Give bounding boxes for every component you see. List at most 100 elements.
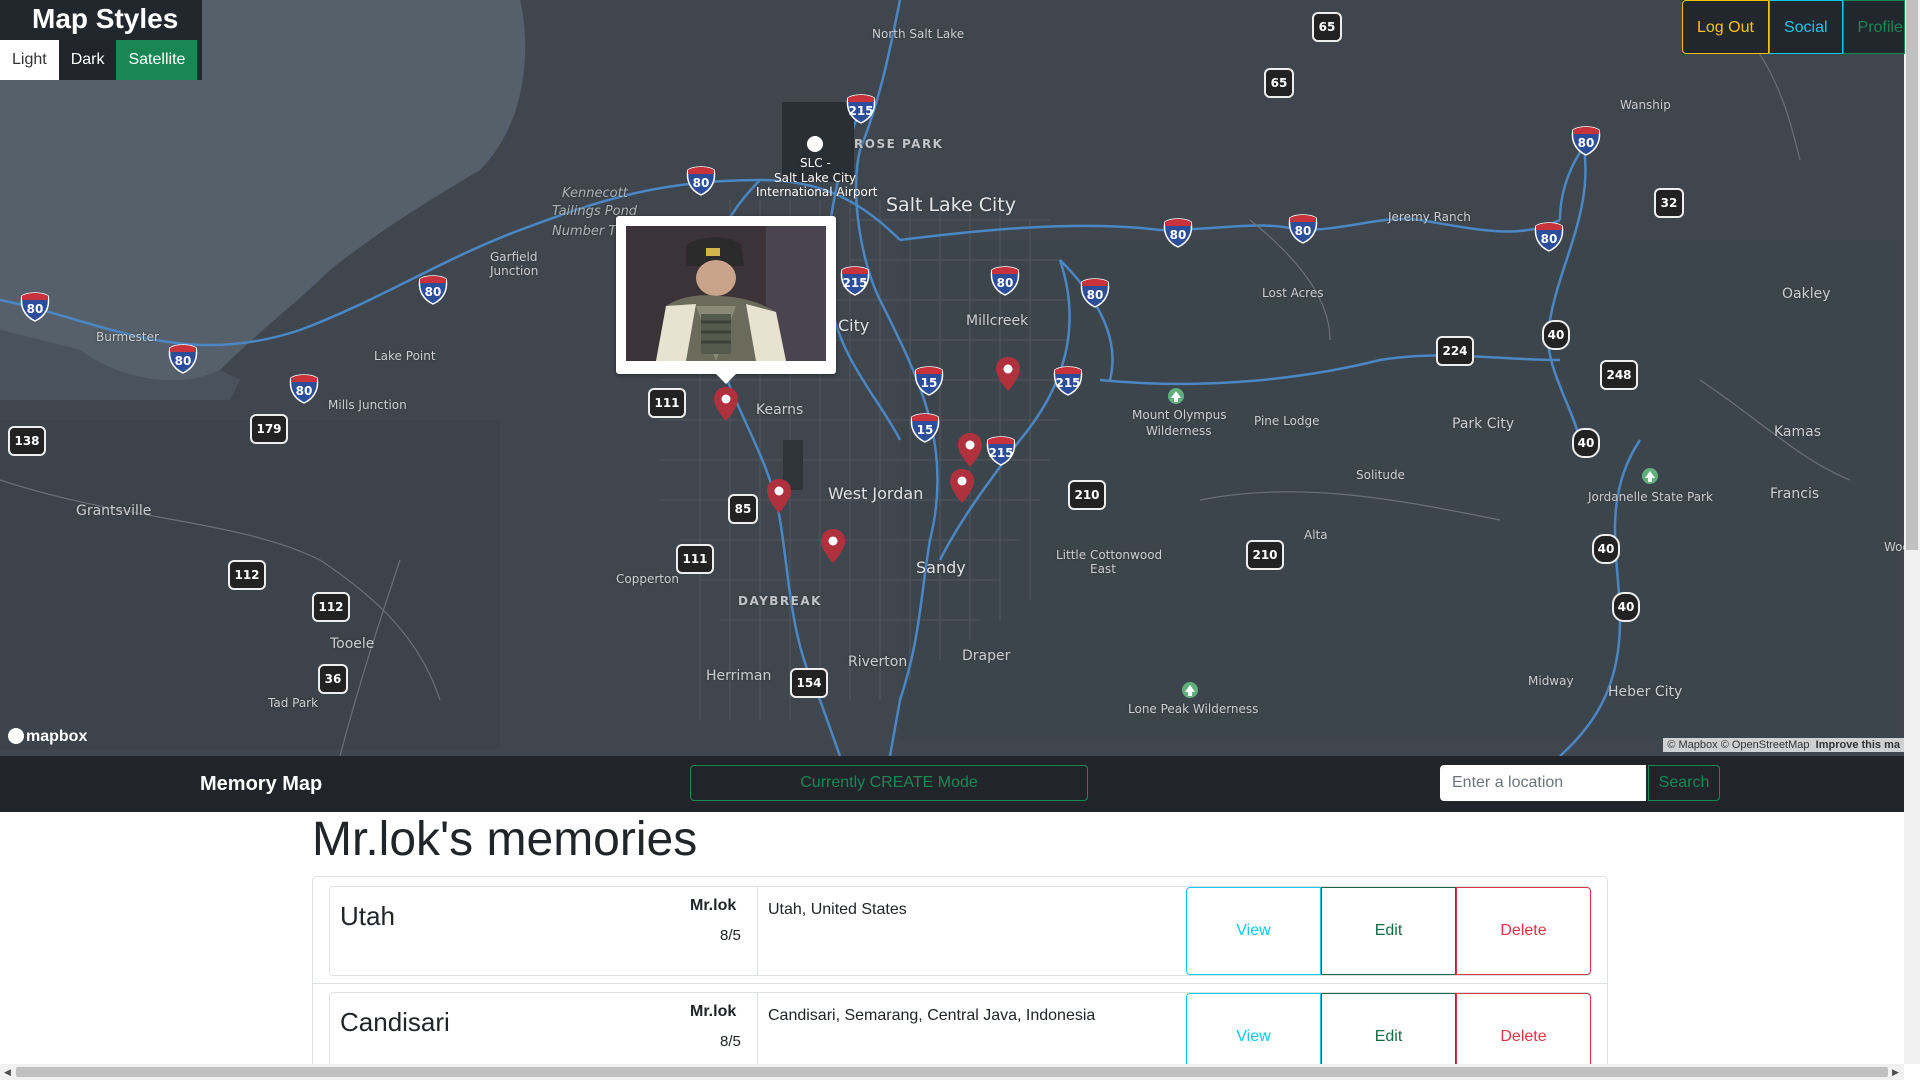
label-lake-point: Lake Point [374, 349, 436, 363]
label-riverton: Riverton [848, 654, 908, 670]
style-light-button[interactable]: Light [0, 40, 59, 80]
scroll-left-arrow-icon[interactable]: ◀ [4, 1067, 11, 1078]
label-midway: Midway [1528, 674, 1574, 688]
scroll-right-arrow-icon[interactable]: ▶ [1892, 1067, 1899, 1078]
social-button[interactable]: Social [1768, 0, 1843, 54]
label-city: City [838, 316, 870, 335]
memory-date: 8/5 [720, 927, 741, 944]
brand[interactable]: Memory Map [200, 773, 322, 796]
memory-address: Utah, United States [768, 901, 907, 918]
divider [757, 993, 758, 1066]
mode-indicator[interactable]: Currently CREATE Mode [690, 765, 1088, 801]
view-button[interactable]: View [1186, 993, 1321, 1066]
memory-photo[interactable] [626, 226, 826, 361]
improve-map-link[interactable]: Improve this ma [1816, 739, 1900, 751]
divider [313, 983, 1607, 984]
map-attribution[interactable]: © Mapbox © OpenStreetMap Improve this ma [1663, 738, 1904, 752]
label-tooele: Tooele [330, 636, 375, 652]
label-draper: Draper [962, 648, 1011, 664]
label-kearns: Kearns [756, 402, 804, 418]
search-input[interactable] [1440, 765, 1646, 801]
memory-user: Mr.lok [690, 897, 737, 914]
horizontal-scrollbar[interactable]: ◀ ▶ [0, 1064, 1904, 1080]
edit-button[interactable]: Edit [1321, 993, 1456, 1066]
label-kennecott3: Number T [552, 224, 617, 239]
state-route-shield: 248 [1600, 360, 1638, 390]
state-route-shield: 32 [1654, 188, 1684, 218]
label-rose-park: ROSE PARK [854, 137, 944, 151]
view-button[interactable]: View [1186, 887, 1321, 975]
us-route-shield: 40 [1612, 592, 1640, 622]
vertical-scrollbar[interactable] [1904, 0, 1920, 1064]
map-canvas[interactable]: North Salt Lake ROSE PARK SLC - Salt Lak… [0, 0, 1904, 756]
interstate-80-shield: 80 [1080, 278, 1110, 304]
state-route-shield: 138 [8, 426, 46, 456]
navbar: Memory Map Currently CREATE Mode Search [0, 756, 1904, 812]
search-button[interactable]: Search [1648, 765, 1720, 801]
scrollbar-thumb[interactable] [16, 1067, 1888, 1077]
memory-name: Candisari [340, 1007, 450, 1037]
us-route-shield: 40 [1542, 320, 1570, 350]
label-pine-lodge: Pine Lodge [1254, 414, 1320, 428]
map-pin-icon[interactable] [949, 468, 975, 504]
state-route-shield: 111 [676, 544, 714, 574]
map-styles-panel: Map Styles Light Dark Satellite [0, 0, 202, 80]
label-grantsville: Grantsville [76, 503, 152, 519]
label-alta: Alta [1304, 528, 1328, 542]
label-mount-olympus1: Mount Olympus [1132, 408, 1227, 422]
label-sandy: Sandy [916, 558, 966, 577]
interstate-80-shield: 80 [1163, 218, 1193, 244]
label-airport-code: SLC - [800, 156, 831, 170]
memory-popup[interactable] [616, 216, 836, 384]
park-tree-icon [1182, 682, 1198, 698]
map-pin-icon[interactable] [713, 386, 739, 422]
interstate-15-shield: 15 [914, 366, 944, 392]
interstate-80-shield: 80 [1288, 214, 1318, 240]
state-route-shield: 224 [1436, 336, 1474, 366]
park-tree-icon [1642, 468, 1658, 484]
interstate-80-shield: 80 [418, 275, 448, 301]
label-francis: Francis [1770, 486, 1820, 502]
mapbox-logo-icon: mapbox [8, 728, 87, 746]
label-kennecott1: Kennecott [562, 186, 628, 201]
label-wanship: Wanship [1620, 98, 1671, 112]
label-north-salt-lake: North Salt Lake [872, 27, 965, 41]
interstate-80-shield: 80 [1534, 222, 1564, 248]
memory-row: Utah Mr.lok 8/5 Utah, United States View… [329, 886, 1591, 976]
interstate-80-shield: 80 [990, 266, 1020, 292]
style-dark-button[interactable]: Dark [58, 40, 117, 80]
map-pin-icon[interactable] [766, 478, 792, 514]
label-burmester: Burmester [96, 330, 159, 344]
label-garfield1: Garfield [490, 250, 538, 264]
label-heber-city: Heber City [1608, 684, 1683, 700]
state-route-shield: 112 [228, 560, 266, 590]
state-route-shield: 65 [1264, 68, 1294, 98]
label-park-city: Park City [1452, 416, 1515, 432]
us-route-shield: 40 [1572, 428, 1600, 458]
state-route-shield: 112 [312, 592, 350, 622]
state-route-shield: 65 [1312, 12, 1342, 42]
label-tad-park: Tad Park [268, 696, 319, 710]
map-pin-icon[interactable] [957, 432, 983, 468]
label-mount-olympus2: Wilderness [1146, 424, 1212, 438]
logout-button[interactable]: Log Out [1682, 0, 1769, 54]
state-route-shield: 210 [1246, 540, 1284, 570]
delete-button[interactable]: Delete [1456, 887, 1591, 975]
map-styles-title: Map Styles [32, 3, 179, 34]
interstate-80-shield: 80 [1571, 126, 1601, 152]
interstate-215-shield: 215 [837, 266, 873, 292]
memory-user: Mr.lok [690, 1003, 737, 1020]
label-jordanelle: Jordanelle State Park [1588, 490, 1713, 504]
attribution-text: © Mapbox © OpenStreetMap [1667, 739, 1810, 751]
style-satellite-button[interactable]: Satellite [116, 40, 198, 80]
map-pin-icon[interactable] [820, 528, 846, 564]
profile-button[interactable]: Profile [1842, 0, 1905, 54]
memory-list: Utah Mr.lok 8/5 Utah, United States View… [312, 876, 1608, 1066]
page-title: Mr.lok's memories [312, 813, 698, 866]
delete-button[interactable]: Delete [1456, 993, 1591, 1066]
scrollbar-thumb[interactable] [1906, 0, 1918, 550]
label-oakley: Oakley [1782, 286, 1831, 302]
interstate-215-shield: 215 [1050, 366, 1086, 392]
edit-button[interactable]: Edit [1321, 887, 1456, 975]
map-pin-icon[interactable] [995, 356, 1021, 392]
